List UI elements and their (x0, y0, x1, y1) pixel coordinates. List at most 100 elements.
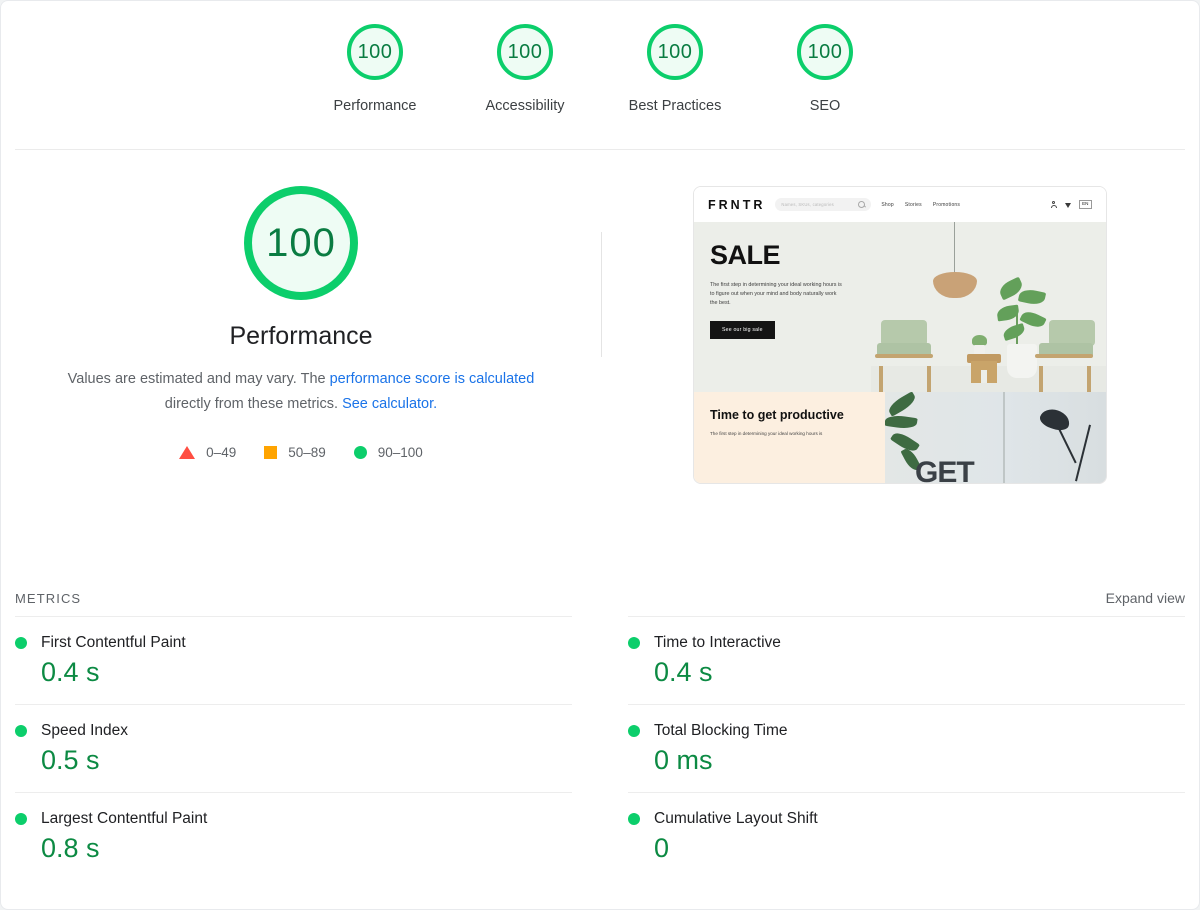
metrics-column-left: First Contentful Paint 0.4 s Speed Index… (15, 616, 600, 879)
score-description: Values are estimated and may vary. The p… (51, 367, 551, 417)
see-calculator-link[interactable]: See calculator. (342, 396, 437, 412)
metrics-grid: First Contentful Paint 0.4 s Speed Index… (1, 616, 1199, 879)
score-summary-strip: 100 Performance 100 Accessibility 100 Be… (1, 1, 1199, 149)
square-marker-icon (264, 446, 278, 459)
metric-value: 0.4 s (41, 657, 100, 687)
gauge-value: 100 (657, 41, 693, 63)
site-logo: FRNTR (708, 197, 766, 212)
legend-item-pass: 90–100 (353, 445, 423, 460)
site-nav: Shop Stories Promotions (881, 202, 960, 208)
banner-panel-divider (1003, 392, 1005, 483)
gauge-value: 100 (266, 221, 336, 265)
hero-gauge-panel: 100 Performance Values are estimated and… (1, 186, 601, 580)
circle-marker-icon (353, 446, 367, 459)
gauge-performance-large: 100 (244, 186, 358, 300)
triangle-marker-icon (179, 446, 196, 459)
nav-item-shop[interactable]: Shop (881, 202, 893, 208)
banner-title: Time to get productive (710, 408, 844, 422)
legend-range: 90–100 (377, 445, 423, 460)
page-title: Performance (229, 322, 373, 350)
score-label: Performance (333, 98, 417, 114)
small-plant-pot (974, 345, 985, 354)
cart-icon[interactable] (1064, 201, 1072, 209)
metrics-header: METRICS Expand view (1, 580, 1199, 616)
gauge-best-practices: 100 (647, 24, 703, 80)
legend-range: 50–89 (288, 445, 326, 460)
score-label: Accessibility (485, 98, 565, 114)
metric-header: Cumulative Layout Shift (628, 810, 1185, 828)
score-label: Best Practices (628, 98, 722, 114)
chair-arm (875, 354, 933, 358)
metric-item[interactable]: Cumulative Layout Shift 0 (628, 791, 1185, 880)
chair-leg (1087, 366, 1091, 392)
metric-header: First Contentful Paint (15, 634, 572, 652)
banner-image: GET (885, 392, 1106, 484)
gauge-value: 100 (357, 41, 393, 63)
status-dot-icon (15, 724, 27, 737)
site-screenshot-thumbnail[interactable]: FRNTR Names, SKUs, categories Shop Stori… (693, 186, 1107, 484)
screenshot-panel: FRNTR Names, SKUs, categories Shop Stori… (601, 186, 1199, 580)
metric-item[interactable]: Total Blocking Time 0 ms (628, 703, 1185, 792)
pendant-lamp-cord (954, 222, 955, 274)
chair-arm (1035, 354, 1093, 358)
site-hero-button[interactable]: See our big sale (710, 321, 775, 339)
metric-item[interactable]: Speed Index 0.5 s (15, 703, 572, 792)
lighthouse-report: 100 Performance 100 Accessibility 100 Be… (0, 0, 1200, 910)
score-item-best-practices[interactable]: 100 Best Practices (600, 24, 750, 114)
score-label: SEO (809, 98, 841, 114)
pendant-lamp-icon (933, 272, 977, 298)
legend-item-average: 50–89 (264, 445, 326, 460)
gauge-value: 100 (507, 41, 543, 63)
status-dot-icon (628, 724, 640, 737)
legend-item-fail: 0–49 (179, 445, 236, 460)
score-item-accessibility[interactable]: 100 Accessibility (450, 24, 600, 114)
metric-value: 0.5 s (41, 744, 100, 775)
metric-name: Speed Index (41, 721, 129, 739)
site-hero-copy: SALE The first step in determining your … (710, 242, 860, 339)
chair-leg (927, 366, 931, 392)
metric-item[interactable]: Largest Contentful Paint 0.8 s (15, 791, 572, 880)
metric-name: First Contentful Paint (41, 634, 186, 651)
search-icon (858, 201, 866, 208)
expand-view-button[interactable]: Expand view (1106, 590, 1185, 606)
chair-leg (1039, 366, 1043, 392)
chair-leg (879, 366, 883, 392)
metric-value: 0.8 s (41, 832, 100, 863)
metric-item[interactable]: First Contentful Paint 0.4 s (15, 616, 572, 704)
language-selector[interactable]: EN (1078, 200, 1092, 209)
score-legend: 0–49 50–89 90–100 (179, 445, 423, 460)
metric-item[interactable]: Time to Interactive 0.4 s (628, 616, 1185, 704)
site-header-actions: EN (1051, 200, 1092, 209)
performance-score-link[interactable]: performance score is calculated (330, 371, 535, 387)
site-hero-section: SALE The first step in determining your … (694, 222, 1106, 392)
nav-item-stories[interactable]: Stories (905, 202, 922, 208)
banner-image-word: GET (915, 456, 975, 484)
metrics-column-right: Time to Interactive 0.4 s Total Blocking… (600, 616, 1185, 879)
metrics-title: METRICS (15, 590, 82, 606)
score-item-performance[interactable]: 100 Performance (300, 24, 450, 114)
hero-vertical-divider (601, 232, 602, 357)
plant-pot (1007, 344, 1037, 378)
gauge-value: 100 (807, 41, 843, 63)
metric-name: Total Blocking Time (654, 721, 788, 739)
banner-copy: Time to get productive The first step in… (694, 392, 885, 483)
nav-item-promotions[interactable]: Promotions (933, 202, 960, 208)
site-search-input[interactable]: Names, SKUs, categories (775, 198, 872, 211)
user-icon[interactable] (1051, 201, 1058, 208)
metric-value: 0 ms (654, 744, 713, 775)
desc-text-1: Values are estimated and may vary. The (67, 371, 330, 387)
legend-range: 0–49 (206, 445, 237, 460)
score-item-seo[interactable]: 100 SEO (750, 24, 900, 114)
site-hero-text: The first step in determining your ideal… (710, 282, 842, 306)
gauge-accessibility: 100 (497, 24, 553, 80)
metric-name: Cumulative Layout Shift (654, 809, 818, 827)
side-table-notch (981, 370, 987, 383)
banner-text: The first step in determining your ideal… (710, 431, 823, 436)
metric-name: Time to Interactive (654, 634, 781, 651)
status-dot-icon (15, 637, 27, 649)
metric-value: 0 (654, 832, 670, 863)
status-dot-icon (628, 637, 640, 649)
site-hero-title: SALE (710, 240, 781, 270)
search-placeholder: Names, SKUs, categories (781, 201, 834, 208)
metric-header: Time to Interactive (628, 634, 1185, 652)
